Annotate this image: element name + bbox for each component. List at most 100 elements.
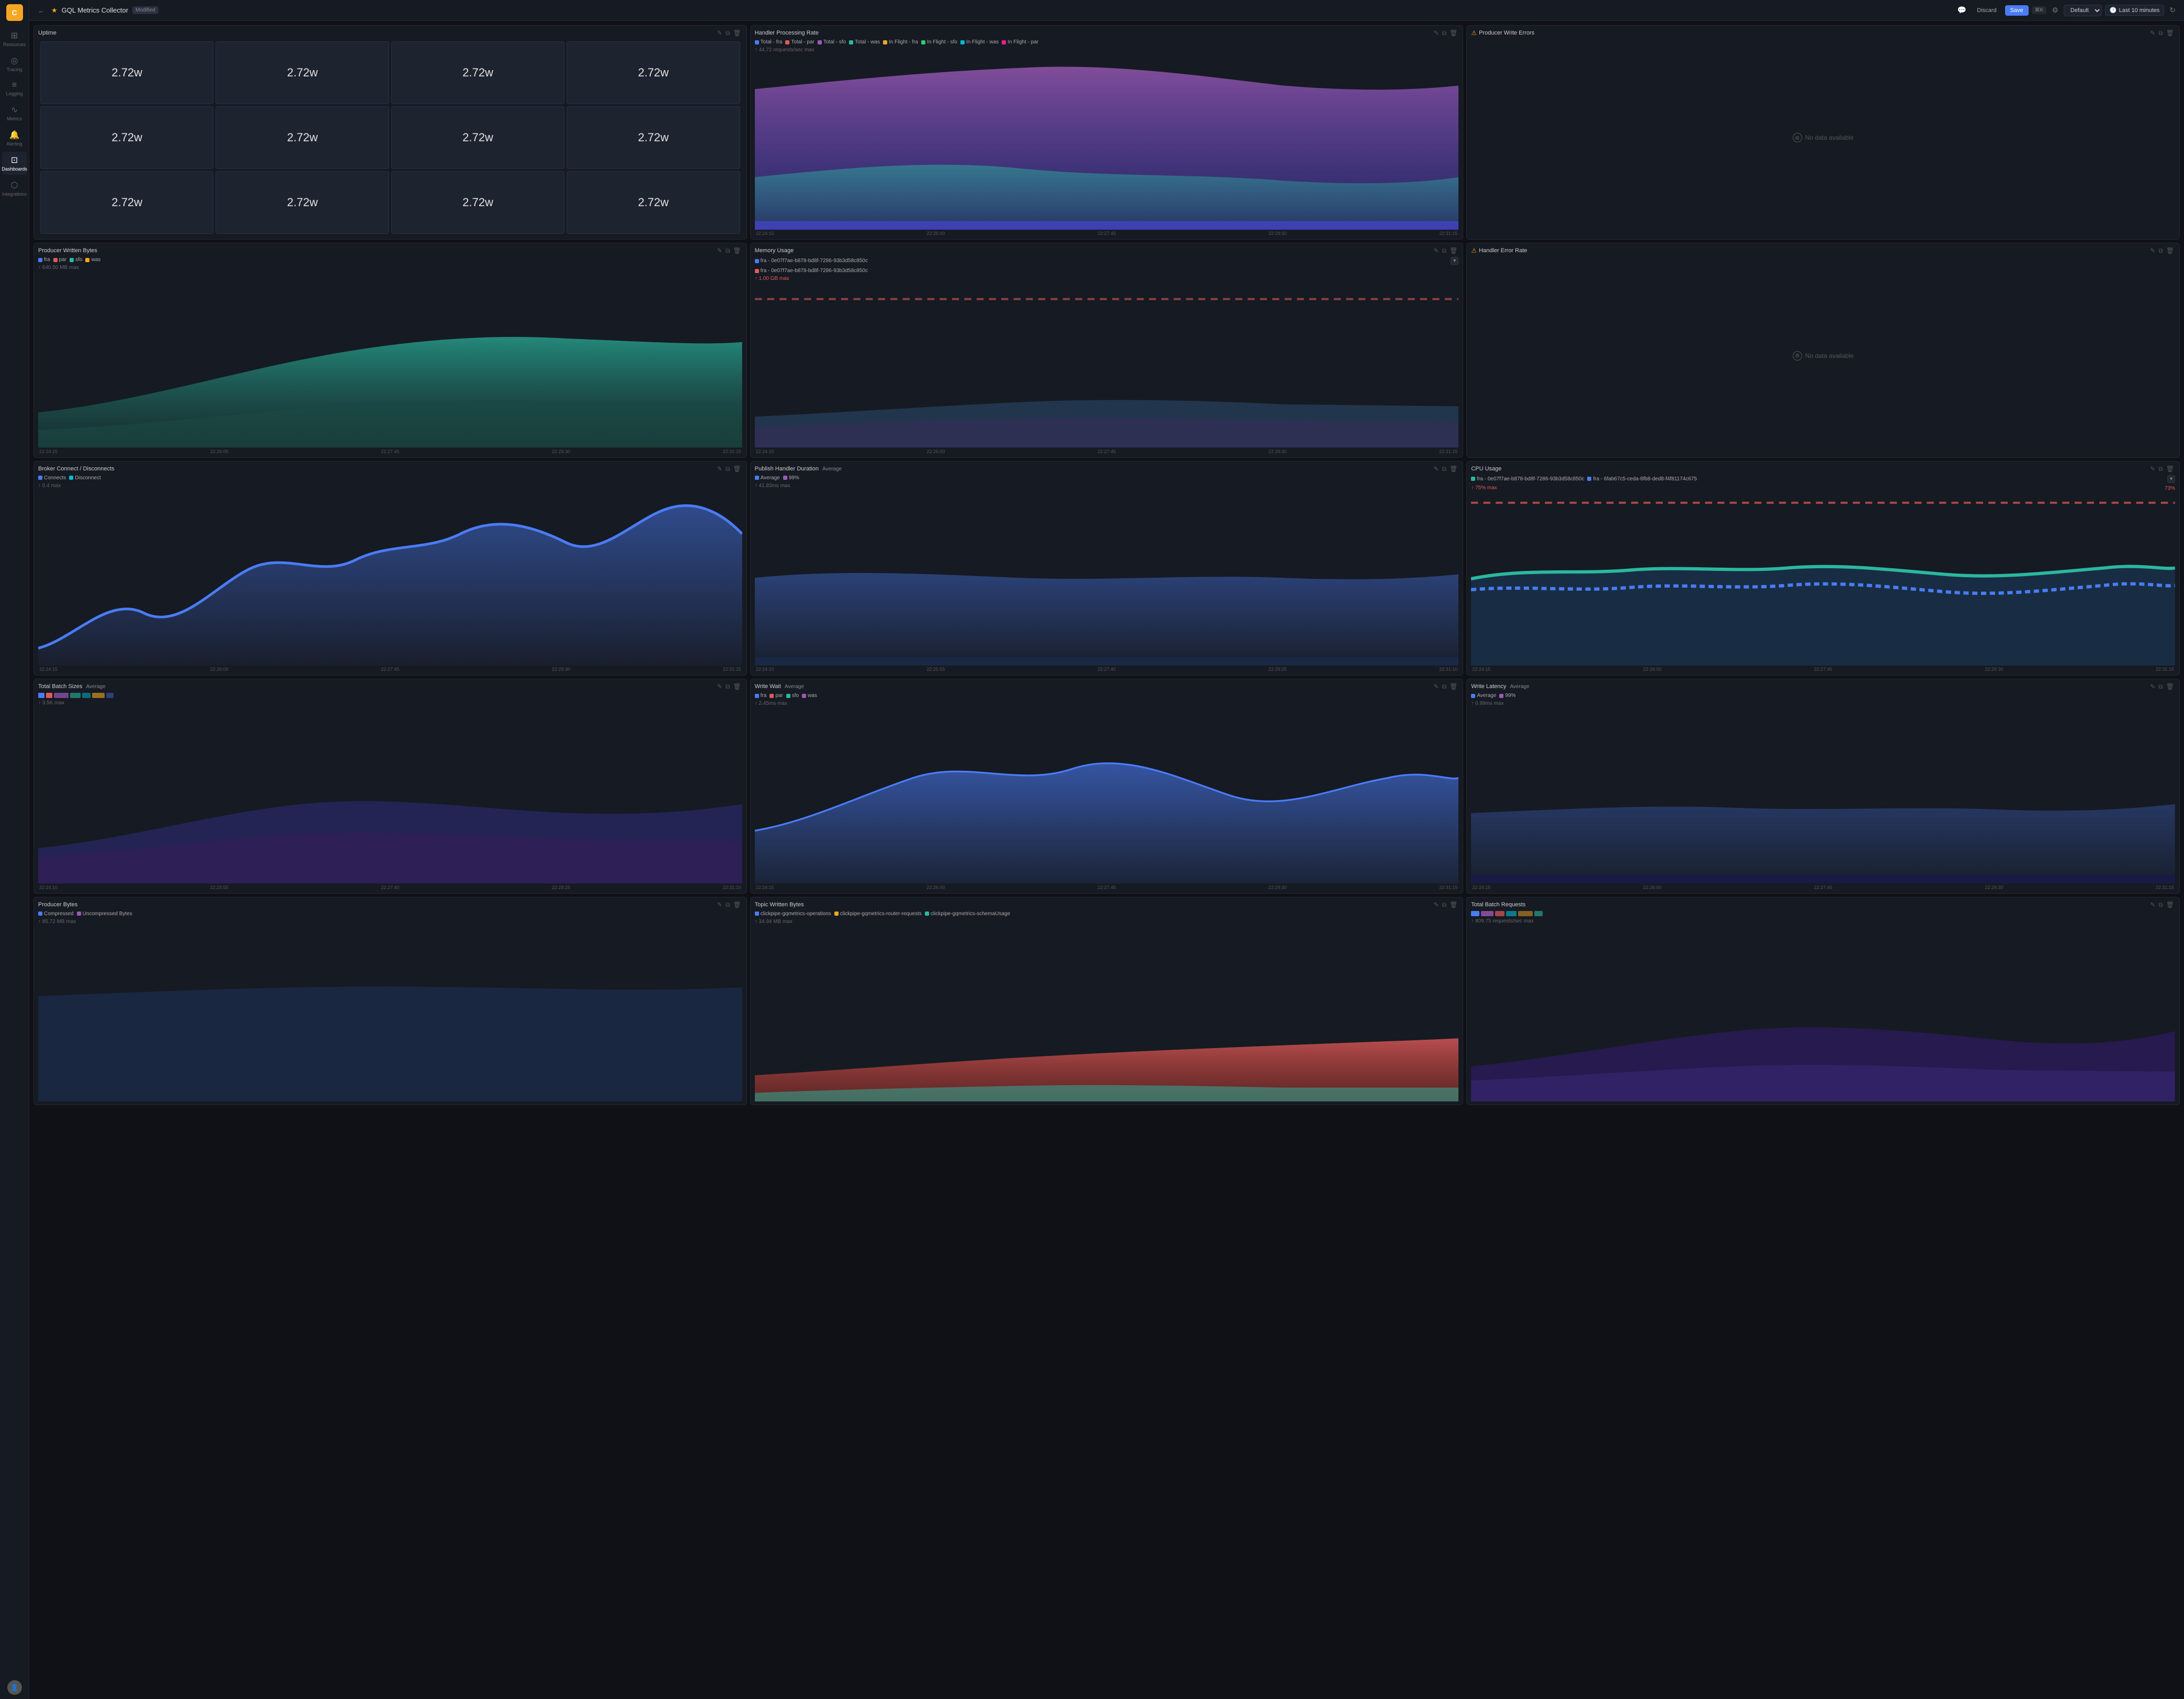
time-range-selector[interactable]: 🕐 Last 10 minutes: [2105, 5, 2164, 16]
topbar-actions: 💬 Discard Save ⌘K ⚙ Default 🕐 Last 10 mi…: [1955, 4, 2178, 17]
app-logo[interactable]: C: [6, 4, 23, 21]
panel-copy-button[interactable]: ⧉: [2157, 246, 2164, 255]
comment-button[interactable]: 💬: [1955, 4, 1968, 17]
sidebar-item-integrations[interactable]: ⬡ Integrations: [2, 177, 27, 200]
chart-xaxis: 22:24:15 22:26:00 22:27:45 22:29:30 22:3…: [1471, 885, 2175, 890]
legend-item: was: [802, 693, 817, 699]
uptime-cell: 2.72w: [391, 41, 564, 104]
threshold-value: 73%: [2165, 486, 2175, 491]
series-dropdown[interactable]: ▾: [1451, 257, 1458, 265]
sidebar-item-resources[interactable]: ⊞ Resources: [2, 27, 27, 50]
legend-item: Connects: [38, 475, 66, 481]
no-data-icon: ⊗: [1793, 133, 1802, 142]
discard-button[interactable]: Discard: [1972, 5, 2001, 16]
panel-edit-button[interactable]: ✎: [1432, 246, 1440, 255]
panel-delete-button[interactable]: 🗑: [732, 246, 742, 255]
panel-bcd-header: Broker Connect / Disconnects ✎ ⧉ 🗑: [34, 462, 746, 475]
panel-copy-button[interactable]: ⧉: [725, 901, 731, 909]
panel-delete-button[interactable]: 🗑: [2165, 465, 2175, 473]
chart-xaxis: 22:24:15 22:26:00 22:27:45 22:29:30 22:3…: [755, 449, 1459, 454]
panel-copy-button[interactable]: ⧉: [725, 465, 731, 473]
time-label: Last 10 minutes: [2119, 7, 2160, 14]
panel-edit-button[interactable]: ✎: [1432, 682, 1440, 691]
panel-delete-button[interactable]: 🗑: [1449, 682, 1458, 691]
panel-delete-button[interactable]: 🗑: [732, 465, 742, 473]
panel-copy-button[interactable]: ⧉: [1441, 682, 1448, 691]
chart-area: [38, 707, 742, 883]
chart-xaxis: 22:24:10 22:25:55 22:27:40 22:29:25 22:3…: [755, 667, 1459, 672]
panel-copy-button[interactable]: ⧉: [1441, 901, 1448, 909]
panel-edit-button[interactable]: ✎: [1432, 901, 1440, 909]
panel-bcd-body: Connects Disconnect ↑ 0.4 max: [34, 475, 746, 675]
chart-area: [755, 707, 1459, 883]
panel-hpr-title: Handler Processing Rate: [755, 30, 1431, 36]
chart-svg: [1471, 925, 2175, 1101]
series-dropdown[interactable]: ▾: [2167, 475, 2175, 483]
panel-delete-button[interactable]: 🗑: [1449, 901, 1458, 909]
panel-pb-legend: Compressed Uncompressed Bytes: [38, 911, 742, 917]
panel-copy-button[interactable]: ⧉: [725, 682, 731, 691]
panel-delete-button[interactable]: 🗑: [732, 901, 742, 909]
uptime-cell: 2.72w: [216, 106, 389, 169]
panel-delete-button[interactable]: 🗑: [1449, 465, 1458, 473]
user-avatar[interactable]: 👤: [7, 1680, 22, 1695]
no-data-message: ⊗ No data available: [1471, 39, 2175, 236]
panel-twb-body: clickpipe-gqmetrics-operations clickpipe…: [751, 911, 1463, 1105]
panel-edit-button[interactable]: ✎: [716, 682, 723, 691]
panel-edit-button[interactable]: ✎: [716, 465, 723, 473]
sidebar-item-tracing[interactable]: ◎ Tracing: [2, 52, 27, 75]
panel-edit-button[interactable]: ✎: [716, 901, 723, 909]
panel-wl-title: Write Latency Average: [1471, 683, 2147, 690]
panel-delete-button[interactable]: 🗑: [2165, 29, 2175, 37]
panel-delete-button[interactable]: 🗑: [732, 29, 742, 37]
sidebar-item-metrics[interactable]: ∿ Metrics: [2, 102, 27, 125]
default-select[interactable]: Default: [2064, 5, 2102, 16]
panel-copy-button[interactable]: ⧉: [1441, 246, 1448, 255]
legend-item: clickpipe-gqmetrics-router-requests: [834, 911, 922, 917]
integrations-icon: ⬡: [11, 180, 18, 190]
no-data-text: No data available: [1805, 134, 1854, 141]
panel-delete-button[interactable]: 🗑: [2165, 682, 2175, 691]
panel-delete-button[interactable]: 🗑: [2165, 246, 2175, 255]
refresh-button[interactable]: ↻: [2167, 4, 2178, 17]
panel-edit-button[interactable]: ✎: [716, 246, 723, 255]
uptime-grid: 2.72w 2.72w 2.72w 2.72w 2.72w 2.72w 2.72…: [38, 39, 742, 236]
panel-copy-button[interactable]: ⧉: [725, 246, 731, 255]
panel-copy-button[interactable]: ⧉: [1441, 29, 1448, 37]
panel-twb-header: Topic Written Bytes ✎ ⧉ 🗑: [751, 897, 1463, 911]
panel-copy-button[interactable]: ⧉: [2157, 682, 2164, 691]
save-button[interactable]: Save: [2005, 5, 2029, 16]
panel-edit-button[interactable]: ✎: [1432, 465, 1440, 473]
panel-delete-button[interactable]: 🗑: [732, 682, 742, 691]
sidebar-item-dashboards[interactable]: ⊡ Dashboards: [2, 152, 27, 175]
chart-svg: [1471, 707, 2175, 883]
sidebar-item-alerting[interactable]: 🔔 Alerting: [2, 127, 27, 150]
panel-delete-button[interactable]: 🗑: [2165, 901, 2175, 909]
panel-copy-button[interactable]: ⧉: [725, 29, 731, 37]
panel-uptime-header: Uptime ✎ ⧉ 🗑: [34, 26, 746, 39]
panel-delete-button[interactable]: 🗑: [1449, 29, 1458, 37]
panel-edit-button[interactable]: ✎: [2149, 682, 2156, 691]
panel-edit-button[interactable]: ✎: [2149, 465, 2156, 473]
panel-copy-button[interactable]: ⧉: [2157, 901, 2164, 909]
sidebar-item-label: Alerting: [6, 141, 22, 147]
panel-copy-button[interactable]: ⧉: [2157, 29, 2164, 37]
panel-edit-button[interactable]: ✎: [716, 29, 723, 37]
panel-uptime-body: 2.72w 2.72w 2.72w 2.72w 2.72w 2.72w 2.72…: [34, 39, 746, 239]
alerting-icon: 🔔: [9, 130, 20, 140]
back-button[interactable]: ←: [36, 4, 47, 17]
panel-copy-button[interactable]: ⧉: [1441, 465, 1448, 473]
panel-edit-button[interactable]: ✎: [2149, 29, 2156, 37]
settings-button[interactable]: ⚙: [2050, 4, 2061, 17]
panel-cu-header: CPU Usage ✎ ⧉ 🗑: [1467, 462, 2179, 475]
panel-edit-button[interactable]: ✎: [2149, 246, 2156, 255]
panel-edit-button[interactable]: ✎: [2149, 901, 2156, 909]
panel-copy-button[interactable]: ⧉: [2157, 465, 2164, 473]
uptime-cell: 2.72w: [391, 171, 564, 234]
favorite-star[interactable]: ★: [51, 6, 58, 15]
panel-producer-bytes: Producer Bytes ✎ ⧉ 🗑 Compressed Uncompre…: [33, 897, 747, 1105]
sidebar-item-logging[interactable]: ≡ Logging: [2, 77, 27, 99]
panel-edit-button[interactable]: ✎: [1432, 29, 1440, 37]
panel-cpu-usage: CPU Usage ✎ ⧉ 🗑 fra - 0e07f7ae-b878-bd8f…: [1466, 461, 2180, 676]
panel-delete-button[interactable]: 🗑: [1449, 246, 1458, 255]
